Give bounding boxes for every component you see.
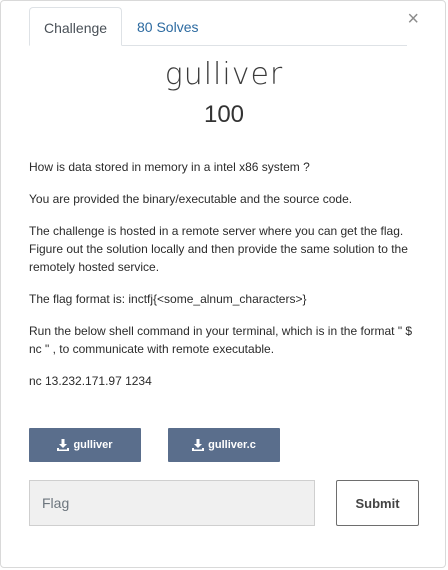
description-paragraph: How is data stored in memory in a intel … (29, 160, 310, 174)
description-paragraph: You are provided the binary/executable a… (29, 192, 353, 206)
challenge-name: gulliver (164, 57, 284, 92)
connection-command: nc 13.232.171.97 1234 (29, 374, 152, 388)
flag-input[interactable] (29, 480, 315, 526)
tab-challenge[interactable]: Challenge (29, 7, 122, 46)
close-icon[interactable]: × (407, 9, 419, 29)
description-paragraph: Run the below shell command in your term… (29, 324, 413, 356)
tab-solves[interactable]: 80 Solves (123, 7, 212, 45)
submit-button[interactable]: Submit (336, 480, 419, 526)
challenge-modal: Challenge 80 Solves × gulliver 100 How i… (0, 0, 446, 568)
download-icon (192, 439, 205, 451)
description-paragraph: The challenge is hosted in a remote serv… (29, 224, 408, 274)
download-gulliver-button[interactable]: gulliver (29, 428, 141, 462)
tab-bar: Challenge 80 Solves (29, 7, 407, 46)
challenge-points: 100 (203, 101, 245, 128)
download-label: gulliver (73, 439, 113, 451)
download-icon (57, 439, 70, 451)
challenge-description: How is data stored in memory in a intel … (29, 158, 414, 404)
description-paragraph: The flag format is: inctfj{<some_alnum_c… (29, 292, 307, 306)
download-label: gulliver.c (208, 439, 256, 451)
download-gulliver-c-button[interactable]: gulliver.c (168, 428, 280, 462)
